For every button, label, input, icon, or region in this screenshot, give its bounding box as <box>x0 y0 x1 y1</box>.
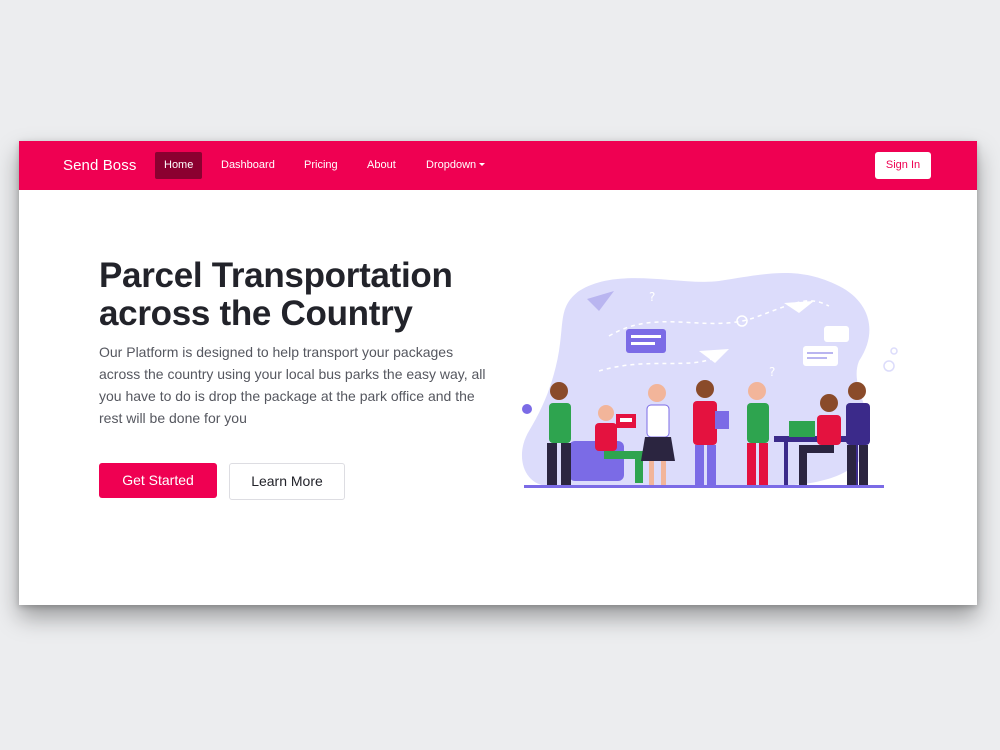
nav-dropdown-label: Dropdown <box>426 159 477 171</box>
nav-dropdown[interactable]: Dropdown <box>417 152 494 179</box>
top-navbar: Send Boss Home Dashboard Pricing About D… <box>19 141 977 190</box>
browser-page: Send Boss Home Dashboard Pricing About D… <box>19 141 977 605</box>
team-illustration: ? ? <box>521 272 898 488</box>
svg-text:?: ? <box>769 365 775 379</box>
caret-down-icon <box>479 163 486 166</box>
nav-pricing[interactable]: Pricing <box>295 152 347 179</box>
svg-text:?: ? <box>649 290 655 304</box>
nav-about[interactable]: About <box>358 152 405 179</box>
brand-logo[interactable]: Send Boss <box>63 157 136 174</box>
hero-description: Our Platform is designed to help transpo… <box>99 344 486 426</box>
nav-home[interactable]: Home <box>155 152 203 179</box>
sign-in-button[interactable]: Sign In <box>875 152 931 179</box>
hero-title: Parcel Transportation across the Country <box>99 256 453 333</box>
get-started-button[interactable]: Get Started <box>99 463 217 498</box>
nav-dashboard[interactable]: Dashboard <box>212 152 284 179</box>
learn-more-button[interactable]: Learn More <box>229 463 345 500</box>
